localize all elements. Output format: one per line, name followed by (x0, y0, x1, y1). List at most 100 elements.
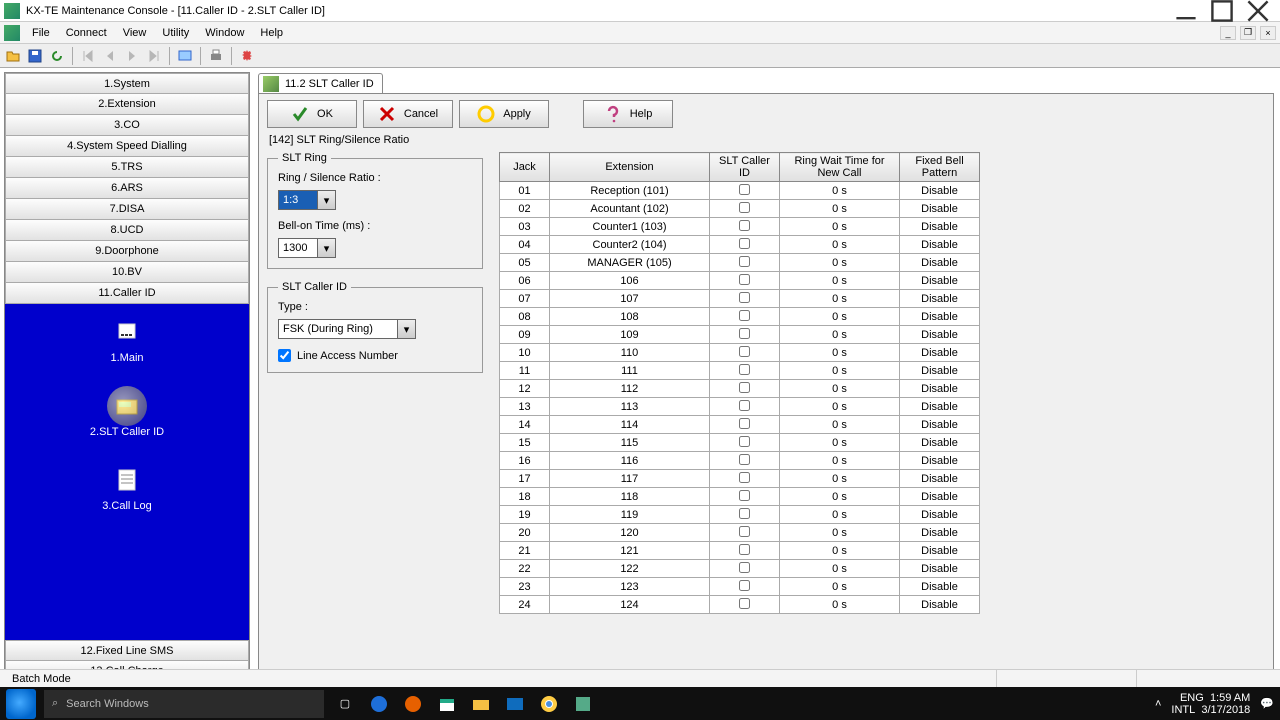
toolbar-save-icon[interactable] (26, 47, 44, 65)
cell-jack[interactable]: 06 (500, 272, 550, 290)
cell-ringwait[interactable]: 0 s (780, 290, 900, 308)
tray-lang[interactable]: ENG (1180, 692, 1204, 704)
cell-ringwait[interactable]: 0 s (780, 524, 900, 542)
callerid-checkbox[interactable] (739, 418, 750, 429)
cancel-button[interactable]: Cancel (363, 100, 453, 128)
cell-bellpattern[interactable]: Disable (900, 506, 980, 524)
ok-button[interactable]: OK (267, 100, 357, 128)
callerid-checkbox[interactable] (739, 382, 750, 393)
cell-jack[interactable]: 12 (500, 380, 550, 398)
cell-ringwait[interactable]: 0 s (780, 254, 900, 272)
cell-extension[interactable]: 113 (550, 398, 710, 416)
cell-bellpattern[interactable]: Disable (900, 362, 980, 380)
type-combo[interactable]: ▾ (278, 319, 472, 339)
nav-bar-item[interactable]: 9.Doorphone (5, 241, 249, 262)
tray-kb[interactable]: INTL (1171, 704, 1195, 716)
cell-jack[interactable]: 08 (500, 308, 550, 326)
cell-callerid[interactable] (710, 506, 780, 524)
callerid-checkbox[interactable] (739, 310, 750, 321)
cell-callerid[interactable] (710, 488, 780, 506)
app-running-icon[interactable] (570, 691, 596, 717)
menu-connect[interactable]: Connect (58, 24, 115, 42)
line-access-checkbox-input[interactable] (278, 349, 291, 362)
edge-icon[interactable] (366, 691, 392, 717)
cell-bellpattern[interactable]: Disable (900, 470, 980, 488)
help-button[interactable]: Help (583, 100, 673, 128)
col-bellpattern[interactable]: Fixed Bell Pattern (900, 153, 980, 182)
cell-jack[interactable]: 13 (500, 398, 550, 416)
outlook-icon[interactable] (502, 691, 528, 717)
cell-jack[interactable]: 07 (500, 290, 550, 308)
table-row[interactable]: 161160 sDisable (500, 452, 980, 470)
cell-callerid[interactable] (710, 236, 780, 254)
cell-ringwait[interactable]: 0 s (780, 362, 900, 380)
cell-ringwait[interactable]: 0 s (780, 326, 900, 344)
cell-extension[interactable]: 115 (550, 434, 710, 452)
callerid-checkbox[interactable] (739, 346, 750, 357)
cell-callerid[interactable] (710, 470, 780, 488)
cell-ringwait[interactable]: 0 s (780, 470, 900, 488)
cell-bellpattern[interactable]: Disable (900, 416, 980, 434)
callerid-checkbox[interactable] (739, 544, 750, 555)
cell-jack[interactable]: 11 (500, 362, 550, 380)
cell-callerid[interactable] (710, 452, 780, 470)
cell-jack[interactable]: 18 (500, 488, 550, 506)
toolbar-screen-icon[interactable] (176, 47, 194, 65)
chevron-down-icon[interactable]: ▾ (398, 319, 416, 339)
cell-extension[interactable]: Counter2 (104) (550, 236, 710, 254)
cell-ringwait[interactable]: 0 s (780, 182, 900, 200)
start-button[interactable] (6, 689, 36, 719)
cell-ringwait[interactable]: 0 s (780, 452, 900, 470)
cell-extension[interactable]: Reception (101) (550, 182, 710, 200)
col-ringwait[interactable]: Ring Wait Time for New Call (780, 153, 900, 182)
ratio-input[interactable] (278, 190, 318, 210)
bell-combo[interactable]: ▾ (278, 238, 472, 258)
table-row[interactable]: 231230 sDisable (500, 578, 980, 596)
callerid-checkbox[interactable] (739, 562, 750, 573)
cell-jack[interactable]: 01 (500, 182, 550, 200)
menu-utility[interactable]: Utility (154, 24, 197, 42)
cell-extension[interactable]: 120 (550, 524, 710, 542)
cell-extension[interactable]: 122 (550, 560, 710, 578)
cell-callerid[interactable] (710, 326, 780, 344)
table-row[interactable]: 201200 sDisable (500, 524, 980, 542)
cell-extension[interactable]: 117 (550, 470, 710, 488)
cell-jack[interactable]: 02 (500, 200, 550, 218)
cell-callerid[interactable] (710, 362, 780, 380)
cell-callerid[interactable] (710, 344, 780, 362)
cell-jack[interactable]: 16 (500, 452, 550, 470)
nav-bar-item[interactable]: 1.System (5, 73, 249, 94)
cell-jack[interactable]: 15 (500, 434, 550, 452)
table-row[interactable]: 11111 0 sDisable (500, 362, 980, 380)
cell-ringwait[interactable]: 0 s (780, 488, 900, 506)
cell-bellpattern[interactable]: Disable (900, 560, 980, 578)
apply-button[interactable]: Apply (459, 100, 549, 128)
cell-callerid[interactable] (710, 578, 780, 596)
toolbar-print-icon[interactable] (207, 47, 225, 65)
nav-bar-item[interactable]: 12.Fixed Line SMS (5, 640, 249, 661)
cell-extension[interactable]: 106 (550, 272, 710, 290)
cell-extension[interactable]: 110 (550, 344, 710, 362)
cell-jack[interactable]: 05 (500, 254, 550, 272)
callerid-checkbox[interactable] (739, 220, 750, 231)
cell-bellpattern[interactable]: Disable (900, 380, 980, 398)
table-row[interactable]: 141140 sDisable (500, 416, 980, 434)
cell-extension[interactable]: Counter1 (103) (550, 218, 710, 236)
cell-callerid[interactable] (710, 272, 780, 290)
callerid-checkbox[interactable] (739, 598, 750, 609)
type-input[interactable] (278, 319, 398, 339)
cell-callerid[interactable] (710, 434, 780, 452)
cell-jack[interactable]: 10 (500, 344, 550, 362)
callerid-checkbox[interactable] (739, 400, 750, 411)
cell-bellpattern[interactable]: Disable (900, 236, 980, 254)
cell-bellpattern[interactable]: Disable (900, 308, 980, 326)
cell-extension[interactable]: 111 (550, 362, 710, 380)
notifications-icon[interactable]: 💬 (1260, 697, 1274, 710)
explorer-icon[interactable] (468, 691, 494, 717)
callerid-checkbox[interactable] (739, 490, 750, 501)
cell-jack[interactable]: 24 (500, 596, 550, 614)
cell-bellpattern[interactable]: Disable (900, 254, 980, 272)
table-row[interactable]: 191190 sDisable (500, 506, 980, 524)
cell-jack[interactable]: 17 (500, 470, 550, 488)
tray-chevron-up-icon[interactable]: ˄ (1155, 698, 1161, 710)
